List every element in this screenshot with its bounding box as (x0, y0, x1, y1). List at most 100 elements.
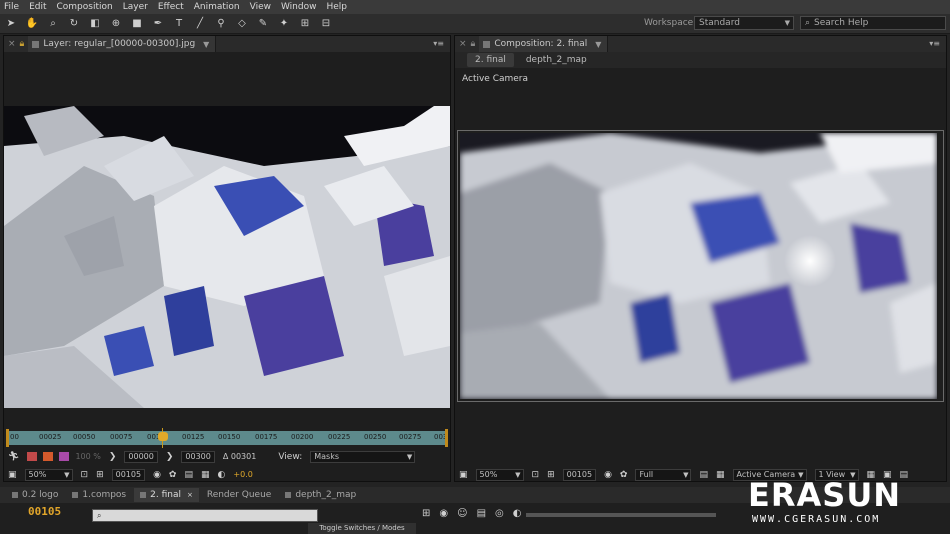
timeline-tab-label: Render Queue (206, 490, 272, 500)
out-point-marker[interactable] (445, 429, 448, 447)
graph-editor-icon[interactable]: ◐ (513, 508, 522, 519)
timeline-tab-depth-2-map[interactable]: depth_2_map (279, 488, 362, 502)
show-channel-icon[interactable]: ✿ (620, 470, 628, 480)
transparency-grid-icon[interactable]: ▦ (201, 470, 210, 480)
brush-tool-icon[interactable]: ╱ (193, 17, 207, 31)
exposure-value[interactable]: +0.0 (233, 470, 252, 479)
composition-tab[interactable]: Composition: 2. final ▼ (479, 36, 609, 52)
menu-edit[interactable]: Edit (29, 2, 46, 12)
toggle-switches-modes-button[interactable]: Toggle Switches / Modes (308, 523, 416, 534)
motion-blur-icon[interactable]: ◎ (495, 508, 504, 519)
menu-file[interactable]: File (4, 2, 19, 12)
zoom-tool-icon[interactable]: ⌕ (46, 17, 60, 31)
always-preview-icon[interactable]: ▣ (459, 470, 468, 480)
hand-tool-icon[interactable]: ✋ (25, 17, 39, 31)
camera-snapshot-icon[interactable]: ◉ (604, 470, 612, 480)
magnification-select[interactable]: 50% ▼ (24, 468, 73, 481)
toggle-mask-icon[interactable]: ⊞ (547, 470, 555, 480)
menu-view[interactable]: View (250, 2, 271, 12)
snapshot-icon[interactable] (27, 452, 38, 461)
show-channel-icon[interactable] (59, 452, 70, 461)
timeline-current-time[interactable]: 00105 (28, 505, 61, 518)
draft-3d-icon[interactable]: ◉ (439, 508, 448, 519)
layer-time-ruler[interactable]: 00 00025 00050 00075 001 00125 00150 001… (6, 428, 448, 448)
region-of-interest-icon[interactable]: ▤ (699, 470, 708, 480)
pen-tool-icon[interactable]: ✒ (151, 17, 165, 31)
view-select[interactable]: Masks ▼ (310, 450, 416, 463)
playhead[interactable] (158, 428, 170, 448)
panel-menu-icon[interactable]: ▾≡ (433, 39, 444, 48)
safe-margins-icon[interactable]: ⊡ (532, 470, 540, 480)
show-snapshot-icon[interactable] (43, 452, 54, 461)
active-camera-label: Active Camera (462, 74, 529, 84)
text-tool-icon[interactable]: T (172, 17, 186, 31)
menu-help[interactable]: Help (326, 2, 347, 12)
menu-window[interactable]: Window (281, 2, 317, 12)
camera-tool-icon[interactable]: ◧ (88, 17, 102, 31)
lock-icon[interactable]: 🔒︎ (471, 39, 476, 49)
roto-brush-tool-icon[interactable]: ✎ (256, 17, 270, 31)
shy-layers-icon[interactable]: ☺ (457, 508, 467, 519)
menu-effect[interactable]: Effect (158, 2, 184, 12)
subtab-depth-2-map[interactable]: depth_2_map (518, 53, 595, 67)
set-out-point-icon[interactable]: ❯ (166, 452, 174, 462)
rotate-tool-icon[interactable]: ↻ (67, 17, 81, 31)
set-in-point-icon[interactable]: ❯ (109, 452, 117, 462)
axis-mode-icon[interactable]: ⊞ (298, 17, 312, 31)
safe-margins-icon[interactable]: ⊡ (81, 470, 89, 480)
in-point-marker[interactable] (6, 429, 9, 447)
world-axis-icon[interactable]: ⊟ (319, 17, 333, 31)
close-icon[interactable]: × (8, 39, 16, 49)
show-channel-icon[interactable]: ✿ (169, 470, 177, 480)
pan-behind-tool-icon[interactable]: ⊕ (109, 17, 123, 31)
close-icon[interactable]: × (187, 488, 193, 502)
chevron-down-icon[interactable]: ▼ (203, 40, 209, 49)
menu-composition[interactable]: Composition (57, 2, 113, 12)
exposure-icon[interactable]: ◐ (218, 470, 226, 480)
timeline-tab-2-final[interactable]: 2. final × (134, 488, 199, 502)
playhead-handle[interactable] (158, 432, 168, 441)
comp-viewer-image[interactable] (460, 133, 937, 399)
current-time-field[interactable]: 00105 (111, 468, 146, 481)
puppet-icon[interactable]: 🏃︎ (8, 452, 19, 462)
rectangle-tool-icon[interactable]: ■ (130, 17, 144, 31)
menu-animation[interactable]: Animation (194, 2, 240, 12)
comp-mini-flowchart-icon[interactable]: ⊞ (422, 508, 430, 519)
selection-tool-icon[interactable]: ➤ (4, 17, 18, 31)
region-of-interest-icon[interactable]: ▤ (184, 470, 193, 480)
comp-magnification-select[interactable]: 50% ▼ (475, 468, 524, 481)
lock-icon[interactable]: 🔒︎ (20, 39, 25, 49)
close-icon[interactable]: × (459, 39, 467, 49)
chevron-down-icon: ▼ (64, 470, 70, 479)
clone-stamp-tool-icon[interactable]: ⚲ (214, 17, 228, 31)
timeline-zoom-slider[interactable] (526, 513, 716, 517)
camera-snapshot-icon[interactable]: ◉ (153, 470, 161, 480)
panel-menu-icon[interactable]: ▾≡ (929, 39, 940, 48)
ruler-tick-label: 00175 (255, 433, 278, 441)
transparency-grid-icon[interactable]: ▦ (716, 470, 725, 480)
timeline-tab-1-compos[interactable]: 1.compos (66, 488, 132, 502)
subtab-2-final[interactable]: 2. final (467, 53, 514, 67)
timeline-tab-render-queue[interactable]: Render Queue (201, 488, 277, 502)
always-preview-icon[interactable]: ▣ (8, 470, 17, 480)
puppet-pin-tool-icon[interactable]: ✦ (277, 17, 291, 31)
timeline-tab-label: depth_2_map (295, 490, 357, 500)
layer-tab[interactable]: Layer: regular_[00000-00300].jpg ▼ (28, 36, 217, 52)
toggle-transparency-icon[interactable]: ⊞ (96, 470, 104, 480)
timeline-search-input[interactable]: ⌕ (92, 509, 318, 522)
timeline-tab-label: 2. final (150, 490, 181, 500)
layer-viewer-image[interactable] (4, 106, 450, 408)
chevron-down-icon[interactable]: ▼ (595, 40, 601, 49)
layer-render-image (4, 106, 450, 408)
frame-blending-icon[interactable]: ▤ (477, 508, 486, 519)
workspace-select[interactable]: Standard ▼ (694, 16, 794, 30)
resolution-select[interactable]: Full ▼ (635, 468, 692, 481)
timeline-tab-0-2-logo[interactable]: 0.2 logo (6, 488, 64, 502)
chevron-down-icon: ▼ (784, 19, 790, 27)
eraser-tool-icon[interactable]: ◇ (235, 17, 249, 31)
out-point-field[interactable]: 00300 (181, 450, 215, 463)
comp-current-time-field[interactable]: 00105 (562, 468, 597, 481)
in-point-field[interactable]: 00000 (124, 450, 158, 463)
search-help-input[interactable]: ⌕ Search Help (800, 16, 946, 30)
menu-layer[interactable]: Layer (123, 2, 148, 12)
